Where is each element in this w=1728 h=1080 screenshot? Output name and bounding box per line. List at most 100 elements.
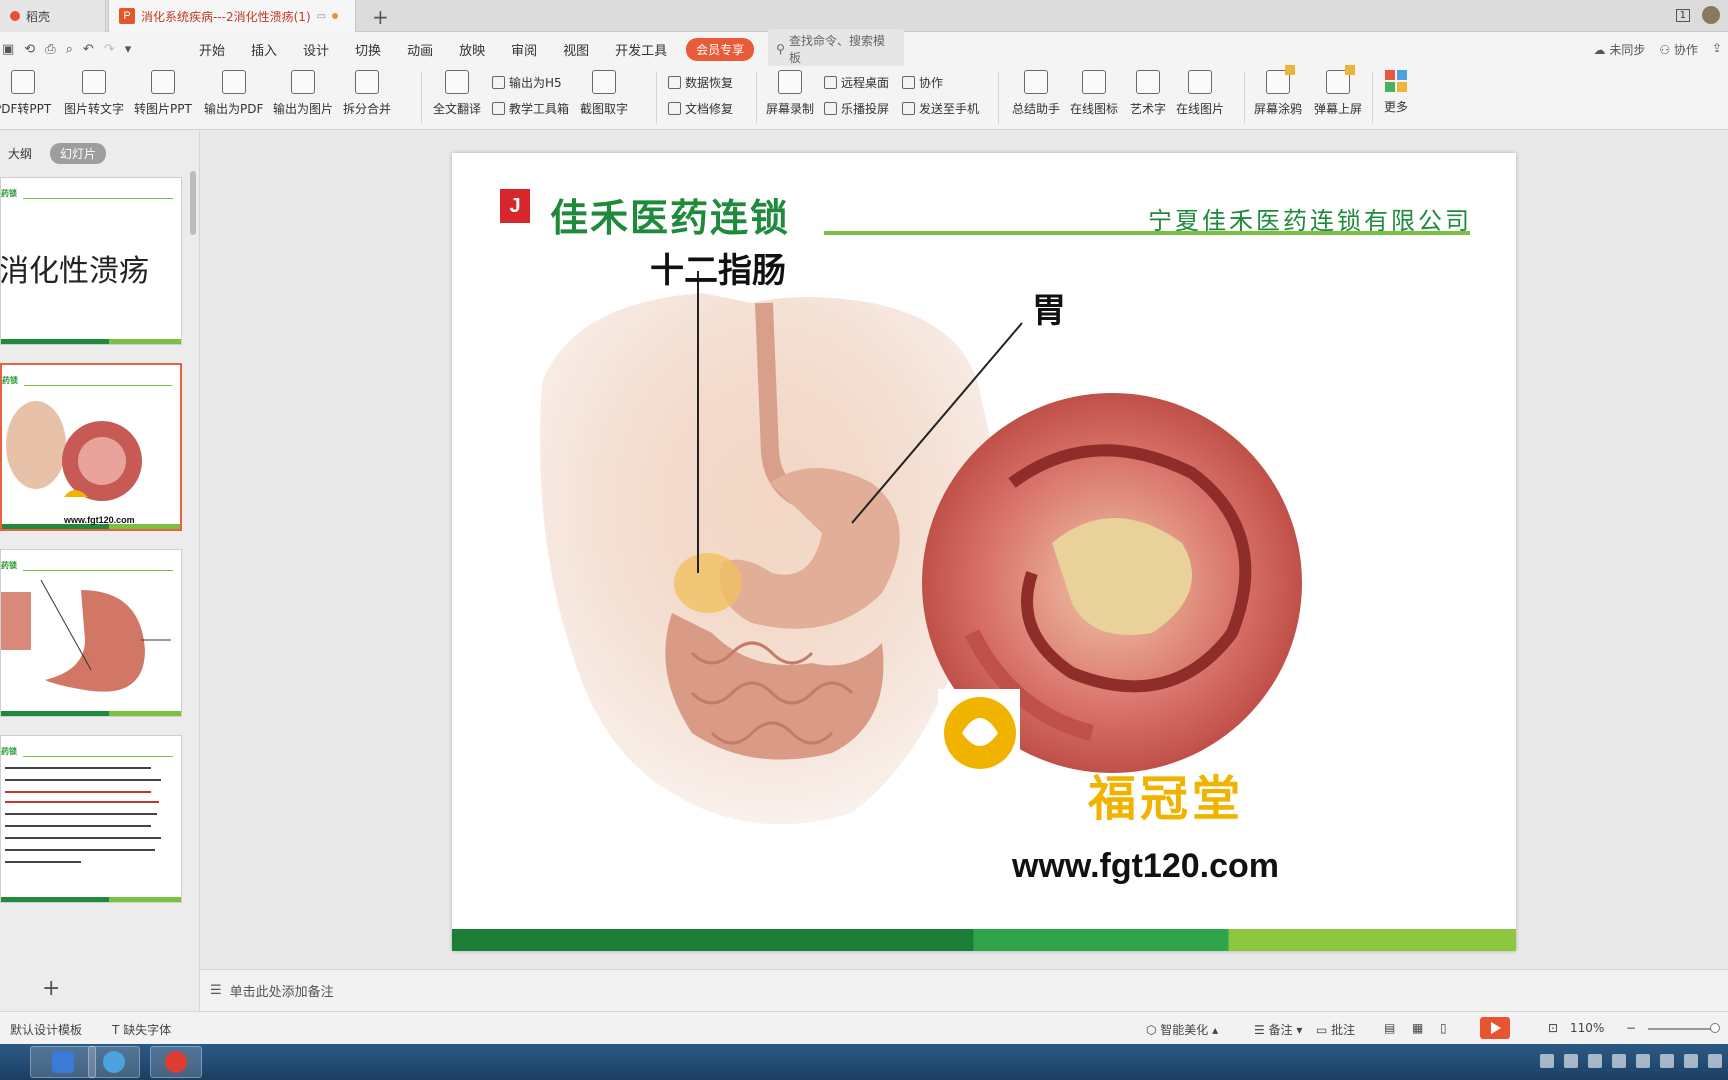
menu-developer[interactable]: 开发工具 <box>602 40 680 59</box>
current-slide[interactable]: J 佳禾医药连锁 宁夏佳禾医药连锁有限公司 十二指肠 胃 福冠堂 www.fgt… <box>452 153 1516 951</box>
ribbon-divider <box>656 72 657 124</box>
cast-screen-button[interactable]: 乐播投屏 <box>824 100 889 117</box>
export-image-button[interactable]: 输出为图片 <box>273 70 333 117</box>
image-text-icon <box>82 70 106 94</box>
chevron-down-icon[interactable]: ▾ <box>125 42 132 57</box>
online-images-button[interactable]: 在线图片 <box>1176 70 1224 117</box>
network-icon[interactable] <box>1564 1054 1578 1068</box>
doc-repair-button[interactable]: 文档修复 <box>668 100 733 117</box>
nvidia-icon[interactable] <box>1612 1054 1626 1068</box>
pdf-icon <box>221 70 246 94</box>
keyboard-icon[interactable] <box>1540 1054 1554 1068</box>
smart-beautify-button[interactable]: ⬡ 智能美化 ▴ <box>1146 1021 1218 1038</box>
panel-scrollbar[interactable] <box>190 171 196 235</box>
menu-insert[interactable]: 插入 <box>238 40 290 59</box>
pdf-to-ppt-button[interactable]: PDF转PPT <box>0 70 51 117</box>
taskbar-wps-writer[interactable] <box>30 1046 96 1078</box>
notes-toggle-button[interactable]: ☰ 备注 ▾ <box>1254 1021 1302 1038</box>
update-icon[interactable] <box>1660 1054 1674 1068</box>
tab-document[interactable]: P 消化系统疾病---2消化性溃疡(1) ▭ <box>108 0 356 32</box>
art-text-button[interactable]: 艺术字 <box>1130 70 1166 117</box>
tab-outline[interactable]: 大纲 <box>8 145 32 162</box>
image-to-text-button[interactable]: 图片转文字 <box>64 70 124 117</box>
flag-icon[interactable] <box>1636 1054 1650 1068</box>
record-icon <box>165 1051 187 1073</box>
full-translate-button[interactable]: 全文翻译 <box>433 70 481 117</box>
collab-button[interactable]: ⚇ 协作 <box>1659 41 1698 58</box>
save-icon[interactable]: ▣ <box>2 42 14 57</box>
tab-document-label: 消化系统疾病---2消化性溃疡(1) <box>141 9 311 24</box>
slide-thumbnail-3[interactable]: 药锁 <box>0 549 182 717</box>
add-slide-button[interactable]: + <box>42 976 60 1001</box>
tab-slides[interactable]: 幻灯片 <box>50 143 107 164</box>
page-indicator[interactable]: 1 <box>1675 8 1690 22</box>
ribbon-divider <box>998 72 999 124</box>
menu-slideshow[interactable]: 放映 <box>446 40 498 59</box>
comment-button[interactable]: ▭ 批注 <box>1316 1021 1355 1038</box>
normal-view-icon[interactable]: ▤ <box>1384 1021 1395 1035</box>
shapes-icon <box>1082 70 1106 94</box>
teaching-toolbox-button[interactable]: 教学工具箱 <box>492 100 569 117</box>
undo-icon[interactable]: ↶ <box>83 42 94 57</box>
screen-doodle-button[interactable]: 屏幕涂鸦 <box>1254 65 1302 117</box>
more-button[interactable]: 更多 <box>1384 70 1408 115</box>
redo-file-icon[interactable]: ⟲ <box>24 42 35 57</box>
export-pdf-button[interactable]: 输出为PDF <box>204 70 263 117</box>
cast-icon <box>824 102 837 115</box>
slide-footer-bar <box>452 929 1516 951</box>
image-to-ppt-button[interactable]: 转图片PPT <box>134 70 192 117</box>
menu-right: ☁ 未同步 ⚇ 协作 ⇪ <box>1594 41 1723 58</box>
menu-design[interactable]: 设计 <box>290 40 342 59</box>
redo-icon[interactable]: ↷ <box>104 42 115 57</box>
security-icon[interactable] <box>1588 1054 1602 1068</box>
preview-icon[interactable]: ⌕ <box>66 42 73 57</box>
new-tab-button[interactable]: + <box>372 5 389 29</box>
taskbar-feather-app[interactable] <box>88 1046 140 1078</box>
collaborate-button[interactable]: 协作 <box>902 74 943 91</box>
zoom-slider-handle[interactable] <box>1710 1023 1720 1033</box>
menu-review[interactable]: 审阅 <box>498 40 550 59</box>
zoom-out-icon[interactable]: − <box>1626 1021 1636 1035</box>
phone-icon <box>902 102 915 115</box>
design-template-status[interactable]: 默认设计模板 <box>10 1021 82 1038</box>
menu-view[interactable]: 视图 <box>550 40 602 59</box>
desktop-icon[interactable] <box>1708 1054 1722 1068</box>
print-icon[interactable]: ⎙ <box>45 42 55 57</box>
missing-fonts-button[interactable]: T 缺失字体 <box>112 1021 171 1038</box>
screenshot-icon <box>592 70 616 94</box>
split-merge-button[interactable]: 拆分合并 <box>343 70 391 117</box>
notes-area[interactable]: ☰ 单击此处添加备注 <box>200 969 1728 1011</box>
avatar[interactable] <box>1702 6 1720 24</box>
taskbar-recorder[interactable] <box>150 1046 202 1078</box>
zoom-level[interactable]: 110% <box>1570 1021 1604 1035</box>
summary-assistant-button[interactable]: 总结助手 <box>1012 70 1060 117</box>
zoom-slider[interactable] <box>1648 1028 1718 1030</box>
slide-thumbnail-4[interactable]: 药锁 <box>0 735 182 903</box>
export-h5-button[interactable]: 输出为H5 <box>492 74 562 91</box>
menu-start[interactable]: 开始 <box>186 40 238 59</box>
volume-icon[interactable] <box>1684 1054 1698 1068</box>
sync-status[interactable]: ☁ 未同步 <box>1594 41 1646 58</box>
monitor-icon[interactable]: ▭ <box>317 11 326 22</box>
menu-transition[interactable]: 切换 <box>342 40 394 59</box>
vip-button[interactable]: 会员专享 <box>686 37 755 61</box>
online-icons-button[interactable]: 在线图标 <box>1070 70 1118 117</box>
screen-record-button[interactable]: 屏幕录制 <box>766 70 814 117</box>
slide-thumbnail-2[interactable]: 药锁 www.fgt120.com <box>0 363 182 531</box>
bullet-screen-button[interactable]: 弹幕上屏 <box>1314 65 1362 117</box>
slide-thumbnail-1[interactable]: 药锁 消化性溃疡 <box>0 177 182 345</box>
data-recovery-button[interactable]: 数据恢复 <box>668 74 733 91</box>
screenshot-text-button[interactable]: 截图取字 <box>580 70 628 117</box>
reading-view-icon[interactable]: ▯ <box>1440 1021 1447 1035</box>
sorter-view-icon[interactable]: ▦ <box>1412 1021 1423 1035</box>
notes-icon: ☰ <box>210 983 222 998</box>
fit-window-icon[interactable]: ⊡ <box>1548 1021 1558 1035</box>
command-search[interactable]: ⚲ 查找命令、搜索模板 <box>768 29 905 69</box>
unsaved-dot-icon <box>332 13 339 19</box>
play-slideshow-button[interactable] <box>1480 1017 1510 1039</box>
remote-desktop-button[interactable]: 远程桌面 <box>824 74 889 91</box>
send-phone-button[interactable]: 发送至手机 <box>902 100 979 117</box>
tab-home[interactable]: 稻壳 <box>0 0 106 32</box>
share-icon[interactable]: ⇪ <box>1712 41 1722 58</box>
menu-animation[interactable]: 动画 <box>394 40 446 59</box>
